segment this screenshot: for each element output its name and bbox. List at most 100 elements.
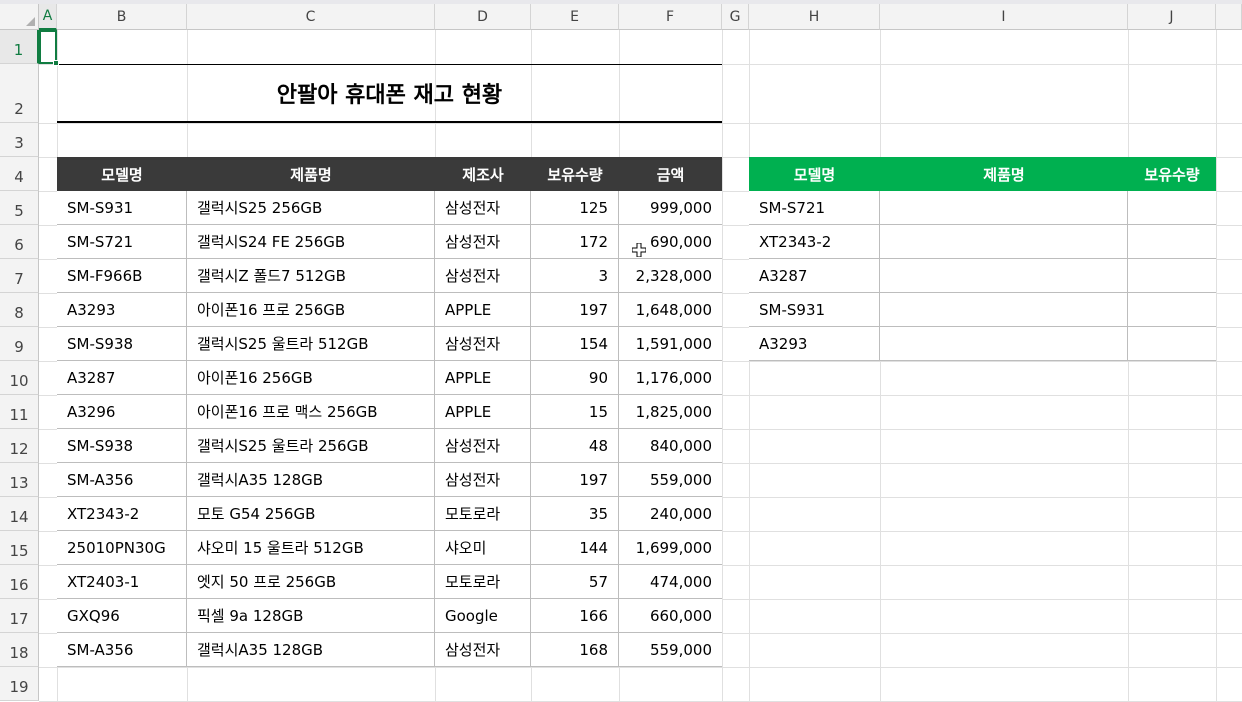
table-cell[interactable]: 아이폰16 256GB: [187, 361, 435, 395]
table-cell[interactable]: 240,000: [619, 497, 722, 531]
table-cell[interactable]: 48: [531, 429, 619, 463]
column-header-c[interactable]: C: [187, 4, 435, 30]
table-cell[interactable]: 559,000: [619, 463, 722, 497]
column-header-e[interactable]: E: [531, 4, 619, 30]
table-cell[interactable]: 1,699,000: [619, 531, 722, 565]
column-header-j[interactable]: J: [1128, 4, 1216, 30]
row-header-5[interactable]: 5: [0, 191, 39, 225]
table-cell[interactable]: 474,000: [619, 565, 722, 599]
row-header-14[interactable]: 14: [0, 497, 39, 531]
table-cell[interactable]: 559,000: [619, 633, 722, 667]
table-cell[interactable]: 168: [531, 633, 619, 667]
table-cell[interactable]: A3293: [57, 293, 187, 327]
main-header-cell[interactable]: 보유수량: [531, 157, 619, 191]
table-cell[interactable]: XT2343-2: [57, 497, 187, 531]
row-header-3[interactable]: 3: [0, 123, 39, 157]
column-header-d[interactable]: D: [435, 4, 531, 30]
lookup-cell[interactable]: SM-S931: [749, 293, 880, 327]
table-cell[interactable]: SM-S931: [57, 191, 187, 225]
table-cell[interactable]: 197: [531, 293, 619, 327]
table-cell[interactable]: Google: [435, 599, 531, 633]
row-header-10[interactable]: 10: [0, 361, 39, 395]
table-cell[interactable]: 갤럭시S25 울트라 512GB: [187, 327, 435, 361]
lookup-cell[interactable]: [880, 293, 1128, 327]
lookup-cell[interactable]: [1128, 293, 1216, 327]
table-cell[interactable]: 갤럭시S24 FE 256GB: [187, 225, 435, 259]
table-cell[interactable]: 삼성전자: [435, 259, 531, 293]
lookup-cell[interactable]: A3287: [749, 259, 880, 293]
row-header-18[interactable]: 18: [0, 633, 39, 667]
table-cell[interactable]: 삼성전자: [435, 463, 531, 497]
row-header-2[interactable]: 2: [0, 64, 39, 123]
lookup-cell[interactable]: [880, 191, 1128, 225]
main-header-cell[interactable]: 제품명: [187, 157, 435, 191]
table-cell[interactable]: 154: [531, 327, 619, 361]
table-cell[interactable]: 660,000: [619, 599, 722, 633]
row-header-1[interactable]: 1: [0, 30, 39, 64]
table-cell[interactable]: 25010PN30G: [57, 531, 187, 565]
row-header-17[interactable]: 17: [0, 599, 39, 633]
column-header-a[interactable]: A: [39, 4, 57, 30]
table-cell[interactable]: SM-S721: [57, 225, 187, 259]
table-cell[interactable]: 삼성전자: [435, 633, 531, 667]
table-cell[interactable]: 갤럭시S25 울트라 256GB: [187, 429, 435, 463]
select-all-corner[interactable]: [0, 4, 39, 30]
lookup-cell[interactable]: [1128, 191, 1216, 225]
row-header-6[interactable]: 6: [0, 225, 39, 259]
lookup-cell[interactable]: A3293: [749, 327, 880, 361]
lookup-cell[interactable]: [880, 259, 1128, 293]
main-header-cell[interactable]: 금액: [619, 157, 722, 191]
row-header-16[interactable]: 16: [0, 565, 39, 599]
row-header-15[interactable]: 15: [0, 531, 39, 565]
lookup-header-cell[interactable]: 제품명: [880, 157, 1128, 191]
table-cell[interactable]: SM-F966B: [57, 259, 187, 293]
lookup-header-cell[interactable]: 모델명: [749, 157, 880, 191]
lookup-cell[interactable]: [1128, 225, 1216, 259]
table-cell[interactable]: XT2403-1: [57, 565, 187, 599]
table-cell[interactable]: 999,000: [619, 191, 722, 225]
table-cell[interactable]: A3287: [57, 361, 187, 395]
table-cell[interactable]: APPLE: [435, 395, 531, 429]
table-cell[interactable]: A3296: [57, 395, 187, 429]
table-cell[interactable]: 1,176,000: [619, 361, 722, 395]
table-cell[interactable]: 삼성전자: [435, 191, 531, 225]
table-cell[interactable]: 갤럭시S25 256GB: [187, 191, 435, 225]
table-cell[interactable]: 픽셀 9a 128GB: [187, 599, 435, 633]
table-cell[interactable]: 샤오미 15 울트라 512GB: [187, 531, 435, 565]
table-cell[interactable]: 1,591,000: [619, 327, 722, 361]
row-header-11[interactable]: 11: [0, 395, 39, 429]
table-cell[interactable]: 모토 G54 256GB: [187, 497, 435, 531]
table-cell[interactable]: 3: [531, 259, 619, 293]
table-cell[interactable]: 840,000: [619, 429, 722, 463]
lookup-cell[interactable]: [1128, 259, 1216, 293]
column-header-g[interactable]: G: [722, 4, 749, 30]
lookup-cell[interactable]: [880, 225, 1128, 259]
column-header-b[interactable]: B: [57, 4, 187, 30]
table-cell[interactable]: 갤럭시A35 128GB: [187, 463, 435, 497]
table-cell[interactable]: GXQ96: [57, 599, 187, 633]
lookup-cell[interactable]: [880, 327, 1128, 361]
table-cell[interactable]: 모토로라: [435, 565, 531, 599]
table-cell[interactable]: 아이폰16 프로 256GB: [187, 293, 435, 327]
table-cell[interactable]: 아이폰16 프로 맥스 256GB: [187, 395, 435, 429]
table-cell[interactable]: 삼성전자: [435, 327, 531, 361]
fill-handle[interactable]: [53, 60, 59, 66]
table-cell[interactable]: 삼성전자: [435, 429, 531, 463]
row-header-19[interactable]: 19: [0, 667, 39, 701]
table-cell[interactable]: 2,328,000: [619, 259, 722, 293]
row-header-13[interactable]: 13: [0, 463, 39, 497]
table-cell[interactable]: 삼성전자: [435, 225, 531, 259]
lookup-cell[interactable]: [1128, 327, 1216, 361]
table-cell[interactable]: 125: [531, 191, 619, 225]
row-header-8[interactable]: 8: [0, 293, 39, 327]
table-cell[interactable]: 166: [531, 599, 619, 633]
table-cell[interactable]: 엣지 50 프로 256GB: [187, 565, 435, 599]
lookup-cell[interactable]: XT2343-2: [749, 225, 880, 259]
table-cell[interactable]: APPLE: [435, 293, 531, 327]
row-header-9[interactable]: 9: [0, 327, 39, 361]
lookup-header-cell[interactable]: 보유수량: [1128, 157, 1216, 191]
sheet-title[interactable]: 안팔아 휴대폰 재고 현황: [57, 64, 722, 123]
row-header-12[interactable]: 12: [0, 429, 39, 463]
table-cell[interactable]: SM-A356: [57, 463, 187, 497]
table-cell[interactable]: 197: [531, 463, 619, 497]
